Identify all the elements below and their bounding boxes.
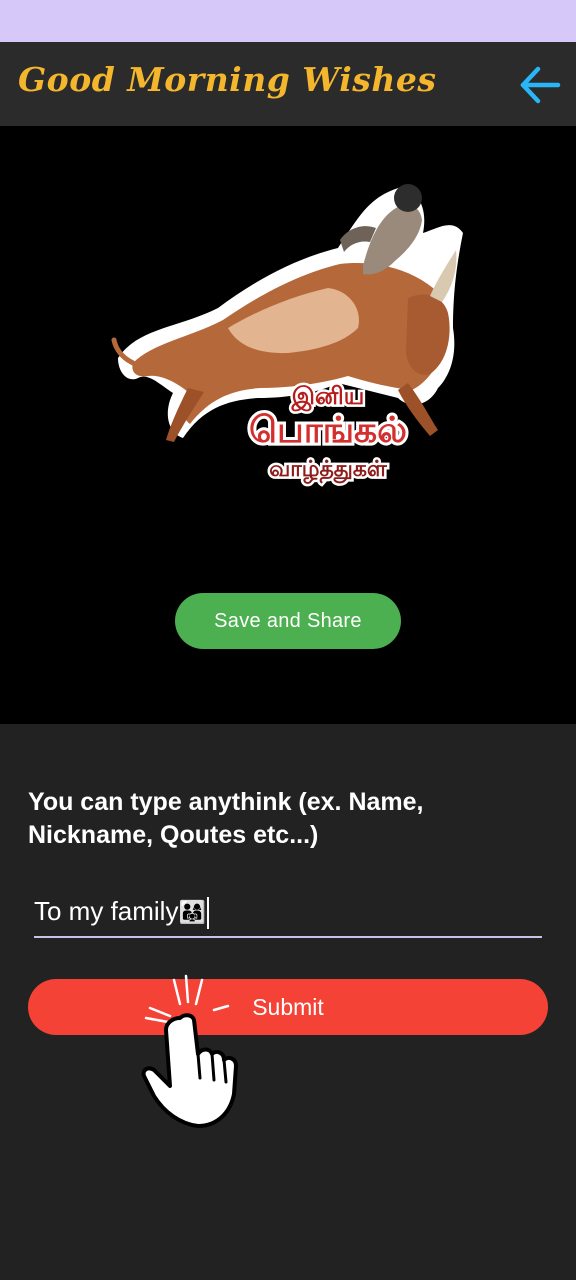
message-input[interactable]: To my family👨‍👩‍👧 <box>34 892 542 938</box>
save-and-share-button[interactable]: Save and Share <box>175 593 401 649</box>
sticker-text-line2: பொங்கல் <box>249 410 407 451</box>
sticker-text-line1: இனிய <box>291 382 365 412</box>
message-input-value[interactable]: To my family👨‍👩‍👧 <box>34 896 209 930</box>
family-emoji-icon: 👨‍👩‍👧 <box>178 900 206 926</box>
status-bar <box>0 0 576 42</box>
hand-pointer-icon <box>141 974 238 1128</box>
sticker-text-line3: வாழ்த்துகள் <box>269 457 388 484</box>
input-panel: You can type anythink (ex. Name, Nicknam… <box>0 724 576 1280</box>
app-title: Good Morning Wishes <box>18 60 437 99</box>
app-bar: Good Morning Wishes <box>0 42 576 126</box>
back-button[interactable] <box>514 60 564 110</box>
image-preview: இனிய பொங்கல் வாழ்த்துகள் Save and Share <box>0 126 576 724</box>
arrow-left-icon <box>520 66 561 104</box>
submit-button[interactable]: Submit <box>28 979 548 1035</box>
input-text-value: To my family <box>34 896 179 926</box>
text-caret <box>206 897 209 930</box>
pongal-sticker-image: இனிய பொங்கல் வாழ்த்துகள் <box>111 184 463 487</box>
input-prompt-label: You can type anythink (ex. Name, Nicknam… <box>28 788 424 849</box>
